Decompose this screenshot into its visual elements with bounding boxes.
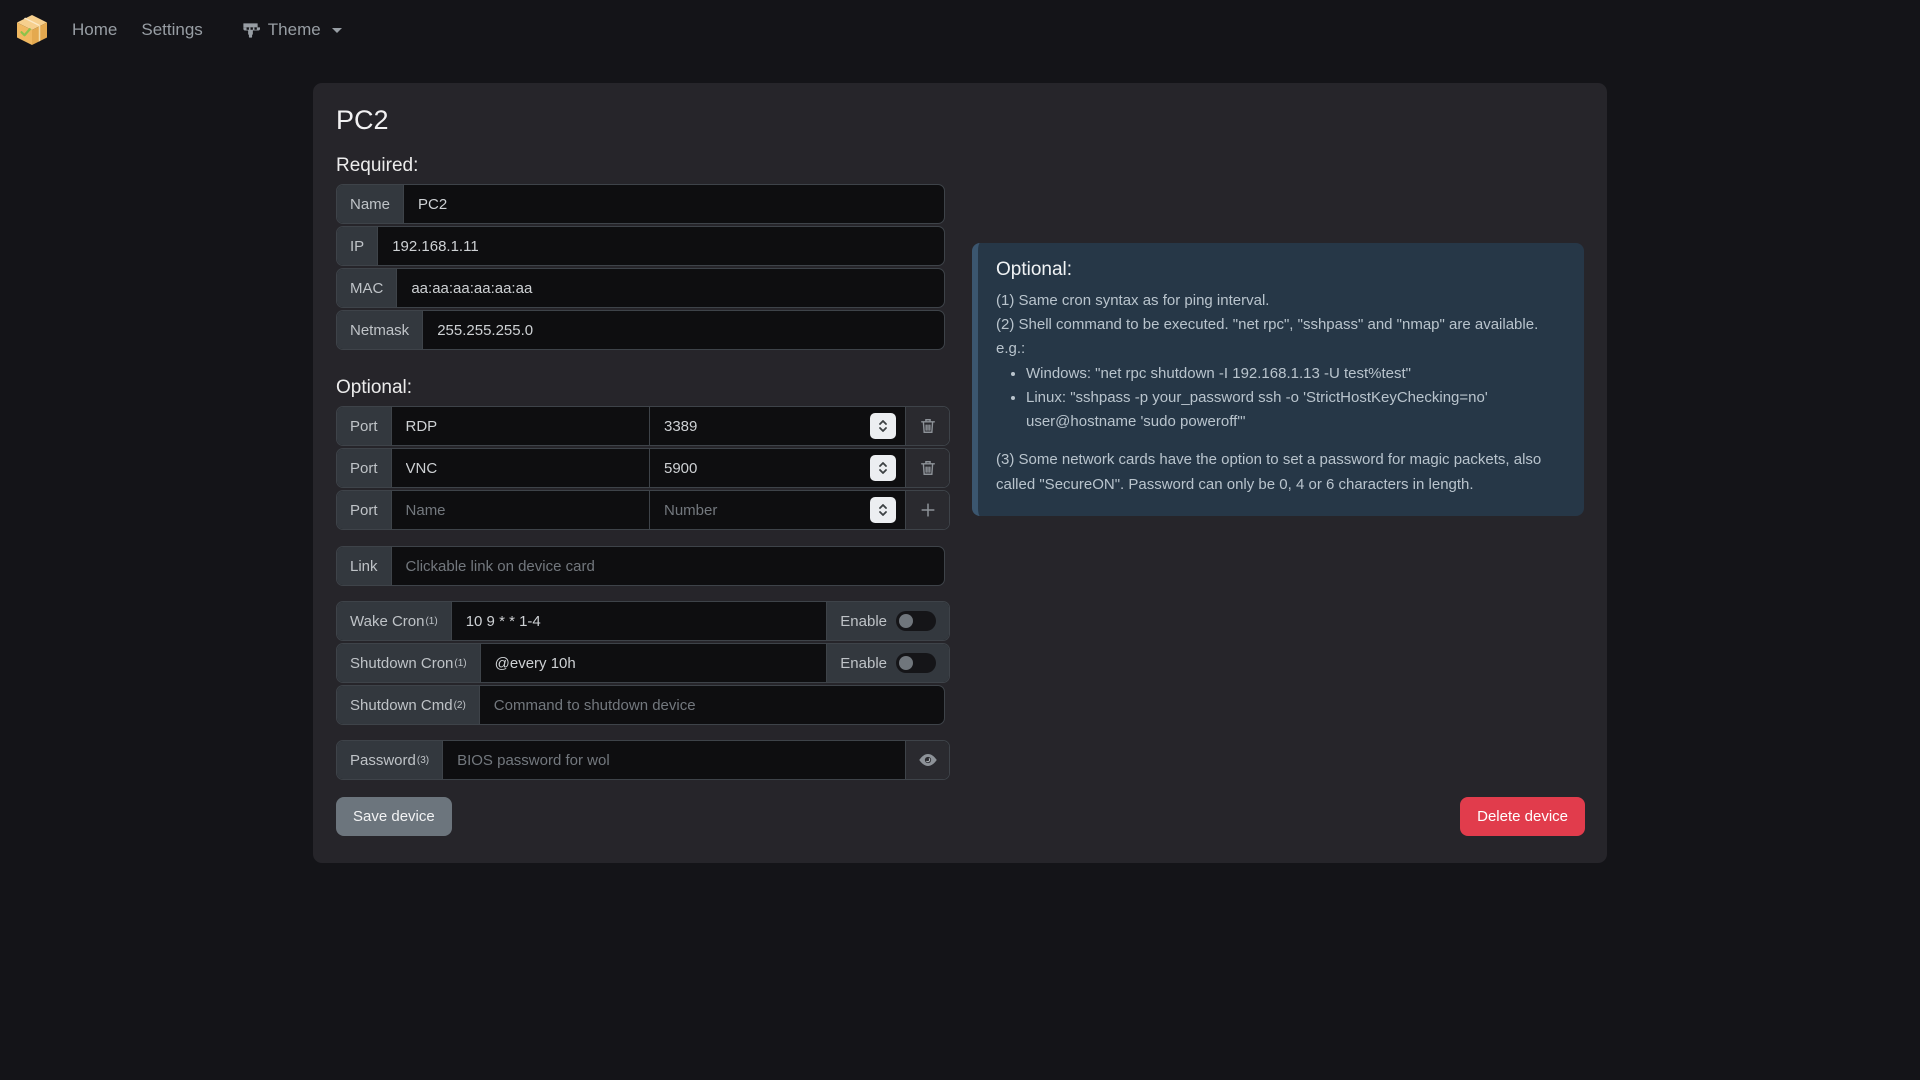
mac-input[interactable] [397,269,944,307]
page-title: PC2 [336,105,1585,136]
required-heading: Required: [336,155,950,177]
stepper-arrows-icon [877,460,889,476]
info-box-heading: Optional: [996,258,1564,283]
show-password-button[interactable] [905,741,949,779]
port-label: Port [337,449,392,487]
info-box-text: (1) Same cron syntax as for ping interva… [996,289,1564,362]
name-input[interactable] [404,185,944,223]
shutdown-cron-enable-seg: Enable [826,644,949,682]
eye-icon [917,749,939,771]
stepper-arrows-icon [877,502,889,518]
link-input[interactable] [392,547,944,585]
wake-cron-label: Wake Cron(1) [337,602,452,640]
number-stepper[interactable] [870,497,896,523]
shutdown-cron-input[interactable] [481,644,827,682]
toggle-knob [899,656,913,670]
trash-icon [918,458,938,478]
wake-cron-input[interactable] [452,602,827,640]
ip-input[interactable] [378,227,944,265]
number-stepper[interactable] [870,455,896,481]
name-field-row: Name [336,184,945,224]
link-label: Link [337,547,392,585]
delete-port-button[interactable] [905,449,949,487]
shutdown-cron-enable-label: Enable [840,655,887,672]
shutdown-cmd-input[interactable] [480,686,944,724]
info-box-note: (3) Some network cards have the option t… [996,448,1564,497]
shutdown-cron-enable-toggle[interactable] [896,653,936,673]
ip-field-row: IP [336,226,945,266]
port-label: Port [337,407,392,445]
port-row-new: Port [336,490,950,530]
nav-home[interactable]: Home [72,20,117,40]
netmask-input[interactable] [423,311,944,349]
package-icon [14,12,50,48]
optional-info-box: Optional: (1) Same cron syntax as for pi… [972,243,1584,516]
trash-icon [918,416,938,436]
theme-dropdown[interactable]: Theme [241,20,342,40]
navbar: Home Settings Theme [0,0,1920,60]
netmask-label: Netmask [337,311,423,349]
number-stepper[interactable] [870,413,896,439]
port-number-input[interactable] [650,460,870,477]
port-number-input[interactable] [650,418,870,435]
delete-port-button[interactable] [905,407,949,445]
wake-cron-enable-seg: Enable [826,602,949,640]
new-port-number-input[interactable] [650,502,870,519]
toggle-knob [899,614,913,628]
wake-cron-enable-label: Enable [840,613,887,630]
info-box-examples: Windows: "net rpc shutdown -I 192.168.1.… [996,362,1564,435]
wake-cron-row: Wake Cron(1) Enable [336,601,950,641]
port-number-wrap [649,407,905,445]
info-example-linux: Linux: "sshpass -p your_password ssh -o … [1026,386,1564,435]
shutdown-cron-row: Shutdown Cron(1) Enable [336,643,950,683]
mac-label: MAC [337,269,397,307]
new-port-name-input[interactable] [392,491,649,529]
stepper-arrows-icon [877,418,889,434]
port-row: Port [336,406,950,446]
shutdown-cron-label: Shutdown Cron(1) [337,644,481,682]
netmask-field-row: Netmask [336,310,945,350]
device-card: PC2 Required: Name IP MAC Netmask [313,83,1607,863]
nav-settings[interactable]: Settings [141,20,202,40]
port-number-wrap [649,449,905,487]
password-row: Password(3) [336,740,950,780]
port-name-input[interactable] [392,449,649,487]
theme-label: Theme [268,20,321,40]
port-number-wrap [649,491,905,529]
password-label: Password(3) [337,741,443,779]
info-example-windows: Windows: "net rpc shutdown -I 192.168.1.… [1026,362,1564,386]
plus-icon [918,500,938,520]
password-input[interactable] [443,741,905,779]
app-logo[interactable] [14,12,50,48]
name-label: Name [337,185,404,223]
port-label: Port [337,491,392,529]
port-row: Port [336,448,950,488]
shutdown-cmd-label: Shutdown Cmd(2) [337,686,480,724]
delete-device-button[interactable]: Delete device [1460,797,1585,836]
mac-field-row: MAC [336,268,945,308]
link-field-row: Link [336,546,945,586]
wake-cron-enable-toggle[interactable] [896,611,936,631]
ip-label: IP [337,227,378,265]
chevron-down-icon [332,28,342,33]
optional-heading: Optional: [336,377,950,399]
brush-icon [241,21,260,40]
save-device-button[interactable]: Save device [336,797,452,836]
add-port-button[interactable] [905,491,949,529]
port-name-input[interactable] [392,407,649,445]
shutdown-cmd-row: Shutdown Cmd(2) [336,685,945,725]
